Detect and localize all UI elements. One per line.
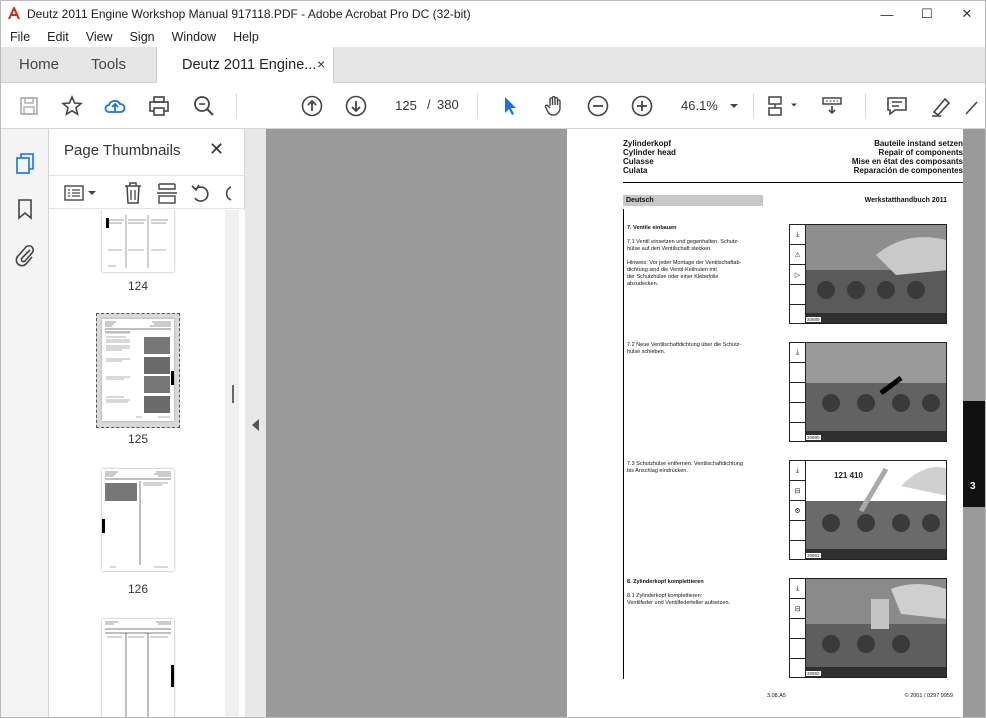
- previous-page-icon[interactable]: [300, 94, 324, 118]
- print-icon[interactable]: [147, 94, 171, 118]
- thumbnail-page-124[interactable]: [102, 210, 174, 272]
- left-navigation-rail: [1, 129, 49, 717]
- chevron-down-icon: [730, 104, 738, 108]
- comment-icon[interactable]: [885, 94, 909, 118]
- tab-home[interactable]: Home: [19, 56, 59, 73]
- zoom-search-icon[interactable]: [192, 94, 216, 118]
- header-right-3: Mise en état des composants: [851, 157, 963, 166]
- bookmark-icon[interactable]: [13, 197, 37, 221]
- tab-tools[interactable]: Tools: [91, 56, 126, 73]
- header-right-2: Repair of components: [878, 148, 963, 157]
- section-8: 8. Zylinderkopf komplettieren 8.1 Zylind…: [627, 579, 731, 606]
- chapter-number: 3: [970, 481, 976, 492]
- section-7-2: 7.2 Neue Ventilschaftdichtung über die S…: [627, 342, 742, 355]
- page-separator: /: [427, 97, 431, 112]
- tab-document-label: Deutz 2011 Engine...: [182, 57, 317, 73]
- page-total: 380: [437, 97, 459, 112]
- star-icon[interactable]: [60, 94, 84, 118]
- menu-view[interactable]: View: [77, 30, 121, 44]
- tool-number-label: 121 410: [834, 471, 863, 480]
- thumbnail-list[interactable]: 124 125 126: [49, 210, 245, 717]
- highlight-pen-icon[interactable]: [929, 94, 953, 118]
- maximize-button[interactable]: ☐: [907, 1, 947, 27]
- chapter-side-tab: 3: [963, 401, 985, 507]
- window-title: Deutz 2011 Engine Workshop Manual 917118…: [27, 7, 471, 21]
- zoom-value: 46.1%: [681, 98, 718, 113]
- draw-tool-icon[interactable]: [963, 94, 985, 118]
- menu-sign[interactable]: Sign: [121, 30, 163, 44]
- collapse-panel-arrow-icon[interactable]: [252, 419, 259, 431]
- page-layout-icon[interactable]: [765, 94, 789, 118]
- save-icon[interactable]: [17, 94, 41, 118]
- page-thumbnails-panel: Page Thumbnails ✕ 124 125 126: [49, 129, 245, 717]
- page-number-input[interactable]: [386, 93, 426, 117]
- upload-cloud-icon[interactable]: [103, 94, 127, 118]
- layout-chevron-down-icon[interactable]: [790, 102, 798, 108]
- acrobat-logo-icon: [8, 7, 20, 20]
- hand-tool-icon[interactable]: [542, 94, 566, 118]
- tab-document[interactable]: Deutz 2011 Engine... ×: [156, 47, 334, 84]
- toolbar: / 380 46.1%: [1, 83, 985, 129]
- page-thumbnails-icon[interactable]: [13, 151, 37, 175]
- close-window-button[interactable]: ✕: [947, 1, 985, 27]
- header-left-2: Cylinder head: [623, 148, 676, 157]
- menu-edit[interactable]: Edit: [38, 30, 77, 44]
- close-tab-icon[interactable]: ×: [317, 56, 325, 72]
- menu-window[interactable]: Window: [163, 30, 224, 44]
- thumbnail-scrollbar[interactable]: [225, 210, 239, 717]
- header-left-3: Culasse: [623, 157, 654, 166]
- close-panel-icon[interactable]: ✕: [209, 139, 224, 160]
- panel-resize-handle[interactable]: [232, 385, 234, 403]
- delete-page-icon[interactable]: [122, 181, 144, 205]
- header-right-4: Reparación de componentes: [853, 166, 963, 175]
- rotate-right-icon[interactable]: [221, 181, 235, 205]
- thumbnail-page-127[interactable]: [102, 619, 174, 717]
- manual-title: Werkstatthandbuch 2011: [864, 197, 947, 204]
- title-bar: Deutz 2011 Engine Workshop Manual 917118…: [1, 1, 985, 27]
- menu-help[interactable]: Help: [224, 30, 267, 44]
- menu-file[interactable]: File: [1, 30, 38, 44]
- thumbnail-options-icon[interactable]: [64, 183, 98, 203]
- photo-30891: ⤓ ⊟ ⚙ 121 410 30891: [789, 460, 947, 560]
- panel-collapse-gutter[interactable]: [245, 129, 266, 717]
- section-7-3: 7.3 Schutzhülse entfernen. Ventilschaftd…: [627, 461, 743, 474]
- photo-30892: ⤓ ⊟ 30892: [789, 578, 947, 678]
- zoom-dropdown[interactable]: 46.1%: [671, 94, 745, 118]
- page-code: 3.08.A5: [767, 693, 786, 699]
- extract-page-icon[interactable]: [156, 181, 178, 205]
- panel-title: Page Thumbnails: [64, 142, 181, 159]
- header-left-1: Zylinderkopf: [623, 139, 672, 148]
- next-page-icon[interactable]: [344, 94, 368, 118]
- section-7: 7. Ventile einbauen 7.1 Ventil einsetzen…: [627, 225, 742, 287]
- header-right-1: Bauteile instand setzen: [874, 139, 963, 148]
- thumbnail-label: 125: [127, 432, 149, 446]
- menu-bar: File Edit View Sign Window Help: [1, 27, 985, 47]
- header-left-4: Culata: [623, 166, 648, 175]
- thumbnail-label: 126: [127, 582, 149, 596]
- rotate-left-icon[interactable]: [190, 181, 212, 205]
- panel-toolbar: [49, 175, 245, 209]
- thumbnail-label: 124: [127, 279, 149, 293]
- copyright: © 2001 / 0297 9959: [904, 693, 953, 699]
- thumbnail-page-125[interactable]: [102, 319, 174, 421]
- select-cursor-icon[interactable]: [498, 94, 522, 118]
- acrobat-window: Deutz 2011 Engine Workshop Manual 917118…: [0, 0, 986, 718]
- zoom-out-icon[interactable]: [586, 94, 610, 118]
- photo-30890: ⤓ 30890: [789, 342, 947, 442]
- tab-bar: Home Tools Deutz 2011 Engine... ×: [1, 47, 985, 84]
- minimize-button[interactable]: —: [867, 1, 907, 27]
- thumbnail-page-126[interactable]: [102, 469, 174, 571]
- attachment-icon[interactable]: [13, 243, 37, 267]
- zoom-in-icon[interactable]: [630, 94, 654, 118]
- photo-30889: ⤓ ⚠ ▷ 30889: [789, 224, 947, 324]
- language-label: Deutsch: [626, 197, 654, 204]
- scroll-mode-icon[interactable]: [820, 94, 844, 118]
- pdf-page: Zylinderkopf Cylinder head Culasse Culat…: [567, 129, 963, 717]
